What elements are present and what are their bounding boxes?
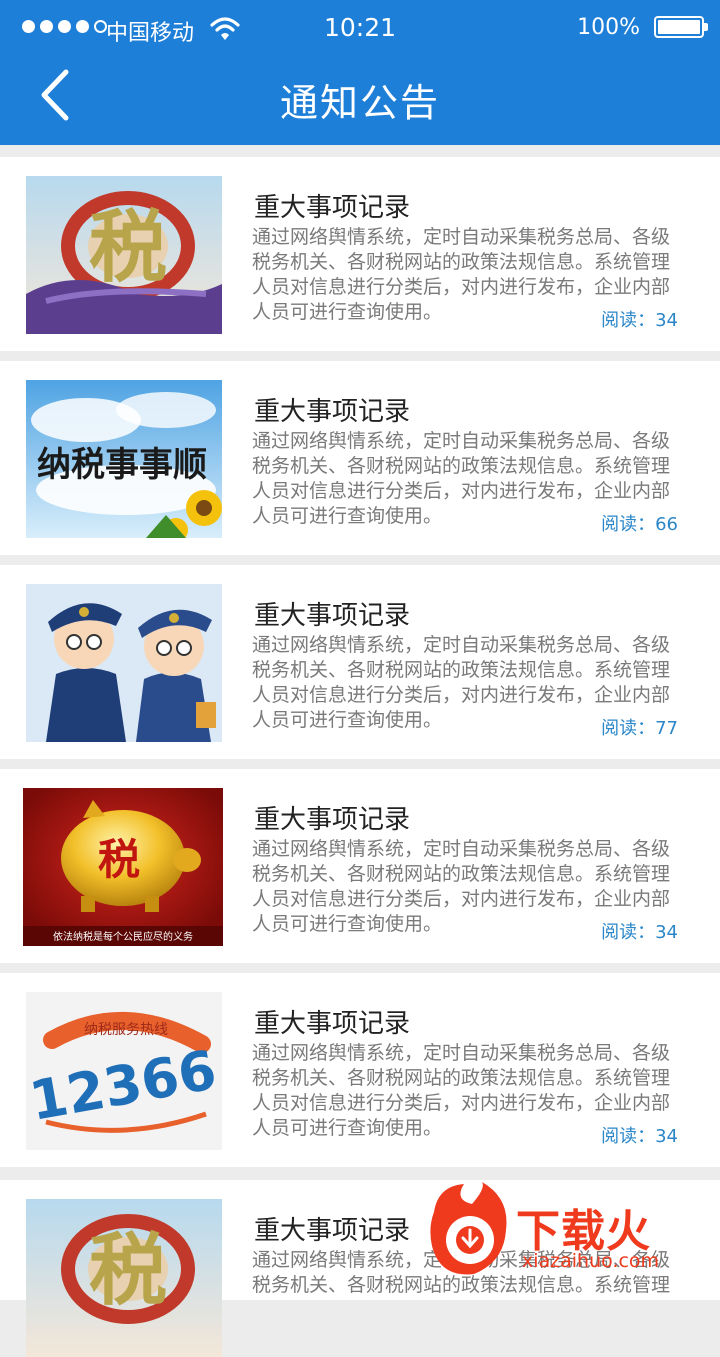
notice-title: 重大事项记录	[254, 1216, 411, 1246]
page-title: 通知公告	[279, 81, 440, 125]
notice-item[interactable]: 税 重大事项记录 通过网络舆情系统，定时自动采集税务总局、各级税务机关、各财税网…	[0, 157, 720, 351]
notice-title: 重大事项记录	[254, 193, 411, 223]
tax-character: 税	[98, 835, 140, 884]
notice-thumbnail: 纳税事事顺	[26, 380, 222, 538]
battery-icon	[654, 16, 708, 38]
notice-item[interactable]: 纳税事事顺 重大事项记录 通过网络舆情系统，定时自动采集税务总局、各级税务机关、…	[0, 361, 720, 555]
notice-item[interactable]: 重大事项记录 通过网络舆情系统，定时自动采集税务总局、各级税务机关、各财税网站的…	[0, 565, 720, 759]
read-count: 阅读：66	[601, 514, 678, 535]
notice-title: 重大事项记录	[254, 805, 411, 835]
read-count: 阅读：34	[601, 1126, 678, 1147]
battery-percent: 100%	[577, 15, 640, 40]
notice-title: 重大事项记录	[254, 1009, 411, 1039]
notice-thumbnail	[26, 584, 222, 742]
watermark-url: xiazaihuo.com	[522, 1250, 660, 1272]
status-bar: 中国移动 10:21 100%	[0, 0, 720, 60]
notice-thumbnail: 税 依法纳税是每个公民应尽的义务	[23, 788, 223, 946]
image-caption: 依法纳税是每个公民应尽的义务	[53, 930, 193, 943]
tax-character: 税	[89, 202, 167, 293]
read-count: 阅读：34	[601, 310, 678, 331]
image-caption: 纳税服务热线	[84, 1022, 168, 1038]
notice-thumbnail: 税	[26, 1199, 222, 1357]
notice-item[interactable]: 税 依法纳税是每个公民应尽的义务 重大事项记录 通过网络舆情系统，定时自动采集税…	[0, 769, 720, 963]
notice-title: 重大事项记录	[254, 601, 411, 631]
read-count: 阅读：34	[601, 922, 678, 943]
nav-header: 中国移动 10:21 100% 通知公告	[0, 0, 720, 145]
notice-title: 重大事项记录	[254, 397, 411, 427]
notice-thumbnail: 纳税服务热线 12366	[26, 992, 222, 1150]
read-count: 阅读：77	[601, 718, 678, 739]
tax-character: 税	[89, 1225, 167, 1316]
banner-text: 纳税事事顺	[37, 445, 207, 485]
notice-item[interactable]: 纳税服务热线 12366 重大事项记录 通过网络舆情系统，定时自动采集税务总局、…	[0, 973, 720, 1167]
notice-thumbnail: 税	[26, 176, 222, 334]
